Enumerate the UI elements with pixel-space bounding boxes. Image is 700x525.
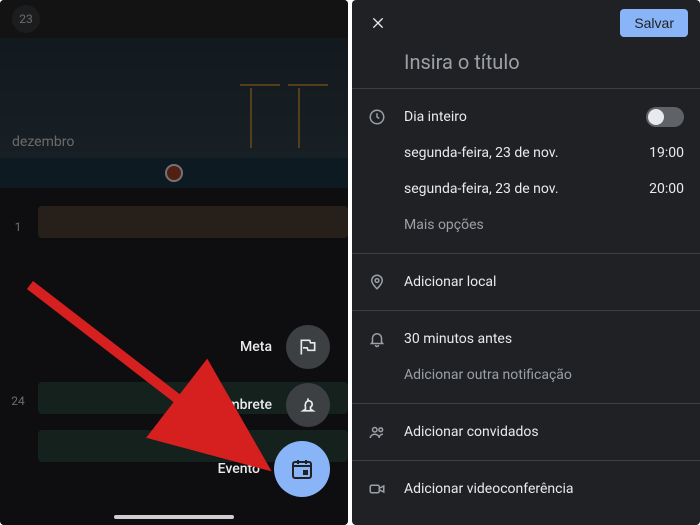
month-illustration: dezembro [0,38,348,158]
location-icon [368,273,386,291]
calendar-event-icon [290,457,314,481]
add-video-label: Adicionar videoconferência [404,481,574,497]
allday-label: Dia inteiro [404,109,646,125]
fab-reminder-button[interactable] [286,383,330,427]
video-icon [368,480,386,498]
close-button[interactable] [364,9,392,37]
end-date: segunda-feira, 23 de nov. [404,181,649,197]
close-icon [370,15,386,31]
fab-expanded-menu: Meta Lembrete Evento [212,325,330,497]
add-guests-label: Adicionar convidados [404,424,539,440]
time-section: Dia inteiro segunda-feira, 23 de nov. 19… [352,89,700,254]
end-datetime-row[interactable]: segunda-feira, 23 de nov. 20:00 [368,171,684,207]
add-notification-row[interactable]: Adicionar outra notificação [368,357,684,393]
start-datetime-row[interactable]: segunda-feira, 23 de nov. 19:00 [368,135,684,171]
sheet-topbar: Salvar [352,0,700,46]
calendar-topbar: 23 [0,0,348,38]
more-options-label: Mais opções [404,217,484,233]
start-time: 19:00 [649,145,684,161]
fab-reminder-label: Lembrete [212,397,272,413]
event-title-input[interactable]: Insira o título [352,46,700,89]
fab-meta-button[interactable] [286,325,330,369]
add-guests-row[interactable]: Adicionar convidados [368,414,684,450]
allday-toggle[interactable] [646,107,684,127]
location-section: Adicionar local [352,254,700,311]
calendar-screen-with-fab: 23 dezembro 1 24 [0,0,348,525]
bell-icon [368,330,386,348]
notification-section: 30 minutos antes Adicionar outra notific… [352,311,700,404]
create-event-sheet: Salvar Insira o título Dia inteiro segun… [352,0,700,525]
event-chip [38,206,348,238]
more-options-row[interactable]: Mais opções [368,207,684,243]
video-section: Adicionar videoconferência [352,461,700,517]
end-time: 20:00 [649,181,684,197]
illustration-wave [0,158,348,188]
fab-meta-label: Meta [240,339,272,355]
today-date-chip: 23 [12,5,40,33]
fab-event-button[interactable] [274,441,330,497]
guests-section: Adicionar convidados [352,404,700,461]
people-icon [368,423,386,441]
home-indicator [114,515,234,519]
reminder-icon [298,395,318,415]
save-button[interactable]: Salvar [620,9,688,37]
clock-icon [368,108,386,126]
add-video-row[interactable]: Adicionar videoconferência [368,471,684,507]
add-notification-label: Adicionar outra notificação [404,367,572,383]
add-location-row[interactable]: Adicionar local [368,264,684,300]
reminder-label: 30 minutos antes [404,331,512,347]
month-label: dezembro [12,134,74,150]
flag-icon [298,337,318,357]
add-location-label: Adicionar local [404,274,496,290]
start-date: segunda-feira, 23 de nov. [404,145,649,161]
fab-event-label: Evento [218,461,260,477]
reminder-row[interactable]: 30 minutos antes [368,321,684,357]
